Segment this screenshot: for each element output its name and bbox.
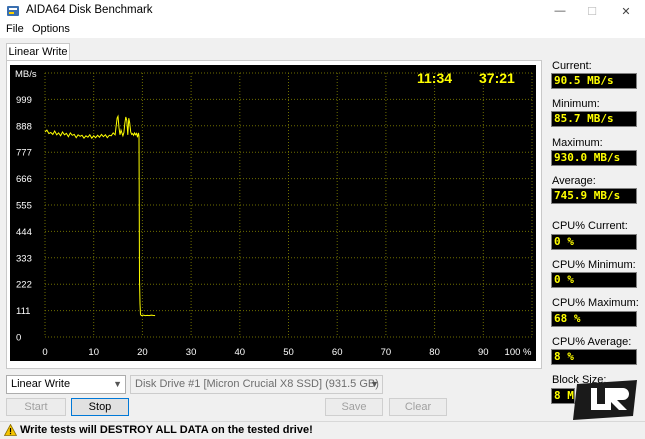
- aida64-app-icon: [7, 6, 19, 16]
- chevron-down-icon: ▼: [113, 379, 122, 389]
- cpu-minimum-value: 0 %: [551, 272, 637, 288]
- x-tick-label: 50: [283, 347, 294, 358]
- title-bar: AIDA64 Disk Benchmark — ☐ ✕: [0, 0, 645, 22]
- y-tick-label: 222: [16, 280, 32, 291]
- minimum-value: 85.7 MB/s: [551, 111, 637, 127]
- menu-file[interactable]: File: [6, 23, 24, 35]
- x-tick-label: 90: [478, 347, 489, 358]
- close-button[interactable]: ✕: [609, 0, 643, 22]
- clear-button[interactable]: Clear: [389, 398, 447, 416]
- tab-linear-write[interactable]: Linear Write: [6, 43, 70, 61]
- menu-options[interactable]: Options: [32, 23, 70, 35]
- stop-button[interactable]: Stop: [71, 398, 129, 416]
- remaining-time: 37:21: [479, 70, 515, 86]
- cpu-current-value: 0 %: [551, 234, 637, 250]
- test-type-select-value: Linear Write: [11, 378, 71, 390]
- warning-message: Write tests will DESTROY ALL DATA on the…: [20, 424, 313, 436]
- cpu-average-label: CPU% Average:: [552, 336, 632, 348]
- save-button[interactable]: Save: [325, 398, 383, 416]
- drive-select[interactable]: Disk Drive #1 [Micron Crucial X8 SSD] (9…: [130, 375, 383, 394]
- block-size-value: 8 M: [551, 388, 575, 404]
- x-tick-label: 0: [42, 347, 47, 358]
- x-tick-label: 60: [332, 347, 343, 358]
- x-tick-label: 40: [235, 347, 246, 358]
- y-tick-label: 444: [16, 227, 32, 238]
- start-button[interactable]: Start: [6, 398, 66, 416]
- y-tick-label: 777: [16, 148, 32, 159]
- x-tick-label: 10: [88, 347, 99, 358]
- maximum-label: Maximum:: [552, 137, 603, 149]
- maximum-value: 930.0 MB/s: [551, 150, 637, 166]
- minimum-label: Minimum:: [552, 98, 600, 110]
- y-tick-label: 666: [16, 174, 32, 185]
- y-tick-label: 888: [16, 121, 32, 132]
- y-tick-label: 111: [16, 306, 30, 317]
- x-tick-label: 70: [381, 347, 392, 358]
- current-label: Current:: [552, 60, 592, 72]
- drive-select-value: Disk Drive #1 [Micron Crucial X8 SSD] (9…: [135, 378, 379, 390]
- cpu-current-label: CPU% Current:: [552, 220, 628, 232]
- cpu-minimum-label: CPU% Minimum:: [552, 259, 636, 271]
- maximize-button[interactable]: ☐: [575, 0, 609, 22]
- window-title: AIDA64 Disk Benchmark: [26, 4, 153, 16]
- warning-icon: [4, 424, 17, 436]
- y-tick-label: 999: [16, 95, 32, 106]
- test-type-select[interactable]: Linear Write ▼: [6, 375, 126, 394]
- x-tick-label: 80: [429, 347, 440, 358]
- chevron-down-icon: ▼: [370, 379, 379, 389]
- minimize-button[interactable]: —: [543, 0, 577, 22]
- y-tick-label: 333: [16, 253, 32, 264]
- menu-bar: File Options: [0, 22, 645, 38]
- average-value: 745.9 MB/s: [551, 188, 637, 204]
- cpu-maximum-label: CPU% Maximum:: [552, 297, 639, 309]
- legit-reviews-logo: [573, 380, 637, 420]
- x-tick-label: 20: [137, 347, 148, 358]
- y-axis-unit-label: MB/s: [15, 69, 37, 80]
- cpu-average-value: 8 %: [551, 349, 637, 365]
- chart-background: [10, 65, 536, 361]
- status-bar: Write tests will DESTROY ALL DATA on the…: [0, 421, 645, 439]
- average-label: Average:: [552, 175, 596, 187]
- current-value: 90.5 MB/s: [551, 73, 637, 89]
- cpu-maximum-value: 68 %: [551, 311, 637, 327]
- y-tick-label: 0: [16, 333, 21, 344]
- x-tick-label: 100 %: [505, 347, 532, 358]
- benchmark-chart: 999 888 777 666 555 444 333 222 111 0 0 10 20 30 40 50…: [10, 65, 536, 361]
- elapsed-time: 11:34: [417, 70, 452, 86]
- y-tick-label: 555: [16, 201, 32, 212]
- x-tick-label: 30: [186, 347, 197, 358]
